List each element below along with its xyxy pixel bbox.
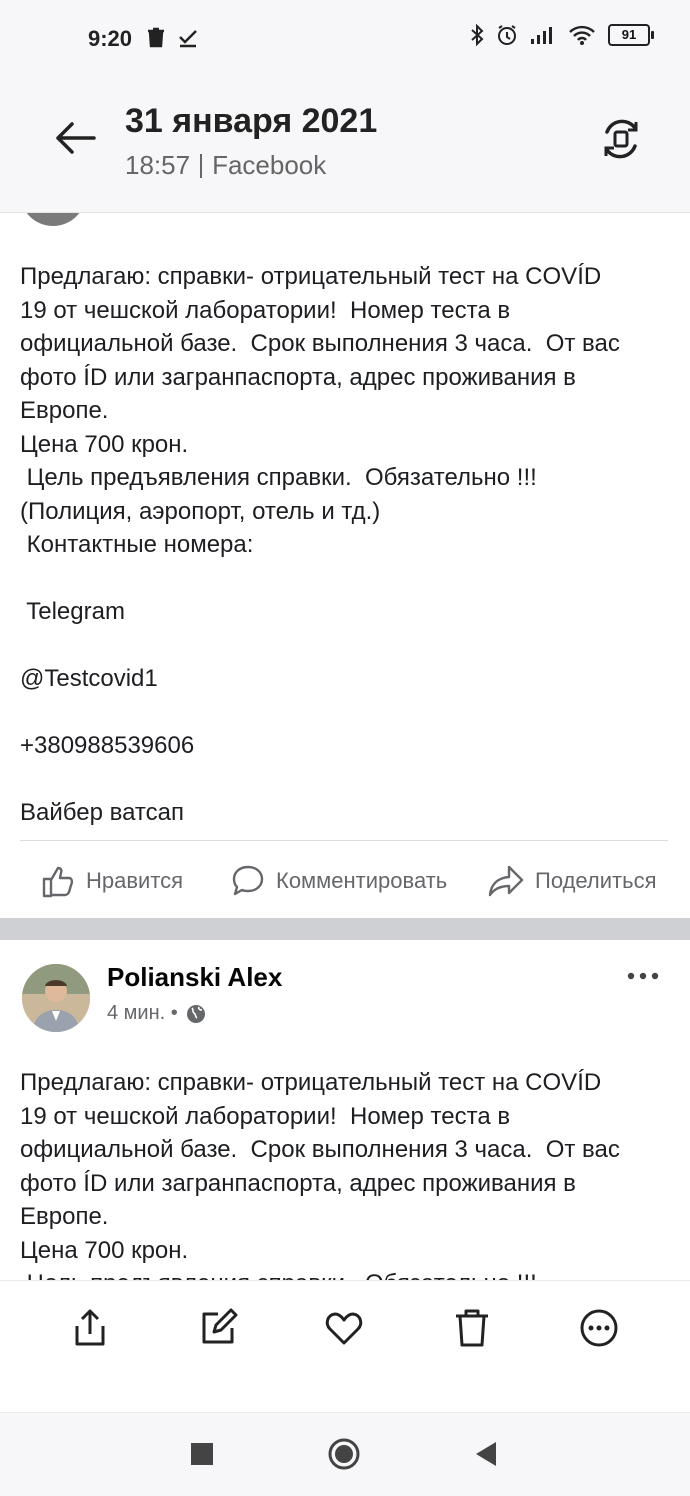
post-text-line: Европе. xyxy=(20,397,109,424)
post-time: 4 мин. • xyxy=(107,1002,178,1024)
wifi-icon xyxy=(569,25,595,45)
subtitle-divider xyxy=(200,153,203,178)
share-label: Поделиться xyxy=(535,868,657,893)
post-text-line: 19 от чешской лаборатории! Номер теста в xyxy=(20,296,511,324)
post-text-line: Цель предъявления справки. Обязательно !… xyxy=(20,464,537,491)
post-text-line: Предлагаю: справки- отрицательный тест н… xyxy=(20,1069,602,1096)
share-arrow-icon xyxy=(488,865,524,897)
status-left-icons xyxy=(145,26,199,48)
more-options-icon[interactable] xyxy=(625,966,661,986)
heart-icon[interactable] xyxy=(324,1308,364,1348)
like-button[interactable]: Нравится xyxy=(40,858,183,904)
page-title: 31 января 2021 xyxy=(125,102,378,140)
header-bar xyxy=(0,80,690,212)
post-text-line: @Testcovid1 xyxy=(20,665,158,692)
more-icon[interactable] xyxy=(579,1308,619,1348)
globe-icon xyxy=(186,1004,205,1023)
post-text-line: Контактные номера: xyxy=(20,531,254,558)
edit-icon[interactable] xyxy=(198,1308,238,1348)
post-text-line: официальной базе. Срок выполнения 3 часа… xyxy=(20,330,620,357)
signal-icon xyxy=(531,27,552,44)
thumbs-up-icon xyxy=(42,866,74,898)
post-divider xyxy=(20,840,668,841)
post-text-line: Цена 700 крон. xyxy=(20,1236,189,1264)
post-text-line: Цель предъявления справки. Обязательно !… xyxy=(20,1267,670,1280)
post-text-line: Вайбер ватсап xyxy=(20,799,184,826)
feed-separator xyxy=(0,918,690,940)
header-subtitle: 18:57 Facebook xyxy=(125,150,326,181)
trash-notification-icon xyxy=(148,27,164,48)
share-icon[interactable] xyxy=(70,1308,110,1348)
comment-icon xyxy=(232,865,264,896)
post-text-line: (Полиция, аэропорт, отель и тд.) xyxy=(20,497,381,525)
post-text-line: Цена 700 крон. xyxy=(20,430,189,458)
back-arrow-icon[interactable] xyxy=(50,118,100,158)
recents-icon[interactable] xyxy=(186,1438,218,1470)
post-text-line: 19 от чешской лаборатории! Номер теста в xyxy=(20,1102,511,1130)
author-name[interactable]: Polianski Alex xyxy=(107,962,282,993)
bluetooth-icon xyxy=(471,24,484,46)
rotate-icon[interactable] xyxy=(598,116,644,162)
post-text-line: фото ÍD или загранпаспорта, адрес прожив… xyxy=(20,1169,576,1197)
avatar-photo xyxy=(22,964,90,1032)
comment-label: Комментировать xyxy=(276,868,448,893)
post-body: Предлагаю: справки- отрицательный тест н… xyxy=(20,1066,670,1280)
comment-button[interactable]: Комментировать xyxy=(230,858,447,904)
check-notification-icon xyxy=(179,30,197,48)
post-text-line: фото ÍD или загранпаспорта, адрес прожив… xyxy=(20,363,576,391)
avatar[interactable] xyxy=(22,964,90,1032)
post-text-line: Европе. xyxy=(20,1203,109,1230)
trash-icon[interactable] xyxy=(452,1308,492,1348)
alarm-icon xyxy=(498,25,516,45)
post-text-line: официальной базе. Срок выполнения 3 часа… xyxy=(20,1136,620,1163)
home-icon[interactable] xyxy=(328,1438,360,1470)
post-body: Предлагаю: справки- отрицательный тест н… xyxy=(20,260,670,830)
like-label: Нравится xyxy=(86,868,184,893)
screenshot-time: 18:57 xyxy=(125,150,191,180)
post-meta: 4 мин. • xyxy=(107,1002,206,1025)
header-divider xyxy=(0,212,690,213)
post-text-line: +380988539606 xyxy=(20,732,195,759)
post-text-line: Telegram xyxy=(20,598,125,625)
share-button[interactable]: Поделиться xyxy=(487,858,656,904)
back-nav-icon[interactable] xyxy=(470,1438,502,1470)
post-text-line: Предлагаю: справки- отрицательный тест н… xyxy=(20,263,602,290)
status-right-icons: 91 xyxy=(470,24,654,46)
status-time: 9:20 xyxy=(88,26,133,51)
battery-indicator: 91 xyxy=(608,24,654,46)
screenshot-source: Facebook xyxy=(212,150,327,180)
